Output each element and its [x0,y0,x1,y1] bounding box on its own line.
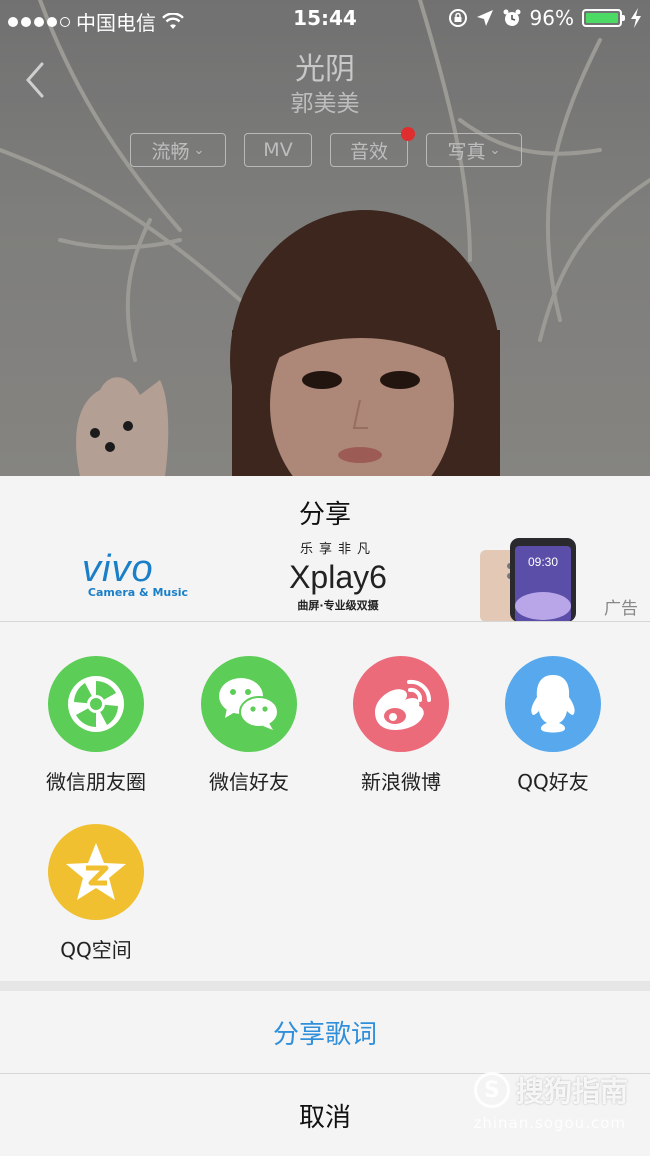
qq-icon [505,656,601,752]
mv-label: MV [263,139,293,161]
ad-banner[interactable]: vivo Camera & Music 乐享非凡 Xplay6 曲屏·专业级双摄… [0,536,650,622]
photo-button[interactable]: 写真 ⌄ [426,133,522,167]
share-label: 微信好友 [209,770,289,794]
share-wechat-moments[interactable]: 微信朋友圈 [21,656,171,795]
share-sheet: 分享 vivo Camera & Music 乐享非凡 Xplay6 曲屏·专业… [0,476,650,1156]
share-qq-friend[interactable]: QQ好友 [478,656,628,795]
artist-name: 郭美美 [290,91,360,117]
rotation-lock-icon [448,9,467,27]
share-label: 新浪微博 [361,770,441,794]
battery-percent: 96% [529,6,574,30]
chevron-down-icon: ⌄ [489,142,501,158]
share-wechat-friend[interactable]: 微信好友 [174,656,324,795]
mv-button[interactable]: MV [244,133,312,167]
ad-slogan: 乐享非凡 [299,542,376,557]
share-qzone[interactable]: QQ空间 [21,824,171,963]
watermark-url: zhinan.sogou.com [473,1114,626,1132]
share-label: QQ空间 [60,938,132,962]
vivo-logo: vivo Camera & Music [82,550,194,599]
new-badge-dot [401,127,415,141]
wechat-icon [201,656,297,752]
sogou-logo-icon: S [473,1072,510,1108]
qzone-icon [48,824,144,920]
phone-image: 09:30 [480,538,576,622]
vivo-tagline: Camera & Music [87,586,189,599]
song-title: 光阴 [295,52,355,87]
charging-bolt-icon [631,8,641,28]
alarm-icon [503,9,521,26]
quality-button[interactable]: 流畅 ⌄ [130,133,226,167]
player-options: 流畅 ⌄ MV 音效 写真 ⌄ [130,127,522,167]
sound-effect-label: 音效 [349,140,388,163]
vivo-brand: vivo [82,548,154,590]
status-indicators: 96% [448,6,642,30]
share-label: QQ好友 [517,770,589,794]
wechat-moments-icon [48,656,144,752]
ad-product-name: Xplay6 [289,559,387,595]
section-separator [0,981,650,991]
battery-icon [582,9,625,27]
status-bar: 中国电信 15:44 96% [0,0,650,38]
sogou-watermark: S 搜狗指南 [473,1070,628,1110]
share-sheet-title: 分享 [298,500,351,530]
share-lyrics-button[interactable]: 分享歌词 [0,991,650,1073]
ad-product-sub: 曲屏·专业级双摄 [297,599,379,612]
chevron-down-icon: ⌄ [193,142,205,158]
photo-label: 写真 [447,140,486,163]
ad-copy: 乐享非凡 Xplay6 曲屏·专业级双摄 [268,538,408,613]
quality-label: 流畅 [151,140,190,163]
location-arrow-icon [476,10,493,26]
ad-tag: 广告 [604,599,638,619]
share-label: 微信朋友圈 [46,770,146,794]
share-weibo[interactable]: 新浪微博 [326,656,476,795]
divider [0,621,650,622]
sound-effect-button[interactable]: 音效 [330,127,415,167]
phone-time: 09:30 [528,555,558,569]
weibo-icon [353,656,449,752]
watermark-text: 搜狗指南 [515,1075,628,1108]
